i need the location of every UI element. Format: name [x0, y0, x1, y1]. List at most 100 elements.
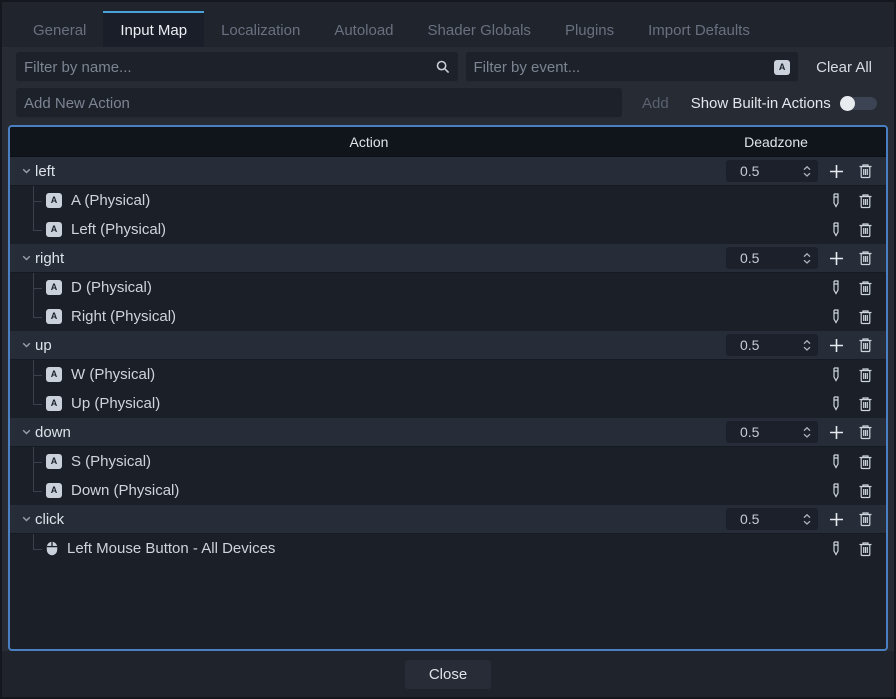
column-header-deadzone: Deadzone: [744, 133, 808, 150]
add-event-button[interactable]: [825, 508, 847, 530]
filter-by-event-input[interactable]: [473, 58, 775, 76]
delete-event-button[interactable]: [854, 364, 876, 386]
delete-event-button[interactable]: [854, 219, 876, 241]
deadzone-value[interactable]: 0.5: [740, 424, 759, 440]
tree-guide: [24, 360, 42, 389]
edit-event-button[interactable]: [825, 190, 847, 212]
event-row[interactable]: A (Physical): [10, 186, 886, 215]
project-settings-window: General Input Map Localization Autoload …: [0, 0, 896, 699]
tree-guide: [24, 476, 42, 505]
event-row[interactable]: D (Physical): [10, 273, 886, 302]
edit-event-button[interactable]: [825, 451, 847, 473]
event-row[interactable]: Up (Physical): [10, 389, 886, 418]
add-event-button[interactable]: [825, 247, 847, 269]
filter-by-event-field[interactable]: [465, 52, 799, 82]
event-row[interactable]: Down (Physical): [10, 476, 886, 505]
filter-by-name-field[interactable]: [16, 52, 458, 82]
add-event-button[interactable]: [825, 160, 847, 182]
deadzone-value[interactable]: 0.5: [740, 163, 759, 179]
collapse-chevron-icon[interactable]: [22, 516, 31, 522]
event-row[interactable]: Left Mouse Button - All Devices: [10, 534, 886, 563]
column-header-action: Action: [349, 133, 389, 150]
event-label: Right (Physical): [71, 308, 177, 325]
event-row[interactable]: S (Physical): [10, 447, 886, 476]
close-button[interactable]: Close: [405, 659, 491, 689]
action-row-right[interactable]: right 0.5: [10, 244, 886, 273]
collapse-chevron-icon[interactable]: [22, 342, 31, 348]
delete-event-button[interactable]: [854, 538, 876, 560]
delete-event-button[interactable]: [854, 190, 876, 212]
delete-event-button[interactable]: [854, 393, 876, 415]
deadzone-value[interactable]: 0.5: [740, 337, 759, 353]
add-button[interactable]: Add: [634, 95, 677, 112]
tab-autoload[interactable]: Autoload: [317, 11, 410, 47]
action-name: down: [35, 423, 71, 441]
deadzone-value[interactable]: 0.5: [740, 511, 759, 527]
edit-event-button[interactable]: [825, 277, 847, 299]
keyboard-key-icon: [774, 59, 791, 75]
filter-by-name-input[interactable]: [24, 58, 436, 76]
deadzone-spinbox[interactable]: 0.5: [726, 508, 818, 530]
delete-event-button[interactable]: [854, 480, 876, 502]
tab-shader-globals[interactable]: Shader Globals: [411, 11, 548, 47]
spinbox-updown-icon[interactable]: [802, 426, 812, 439]
toggle-knob-icon: [839, 95, 855, 111]
deadzone-spinbox[interactable]: 0.5: [726, 334, 818, 356]
edit-event-button[interactable]: [825, 364, 847, 386]
action-name: left: [35, 162, 56, 180]
add-new-action-input[interactable]: [24, 94, 614, 112]
tree-guide: [24, 534, 42, 563]
add-new-action-field[interactable]: [16, 88, 622, 118]
clear-all-button[interactable]: Clear All: [808, 52, 880, 82]
tab-input-map[interactable]: Input Map: [103, 11, 205, 47]
deadzone-value[interactable]: 0.5: [740, 250, 759, 266]
collapse-chevron-icon[interactable]: [22, 255, 31, 261]
delete-action-button[interactable]: [854, 334, 876, 356]
add-event-button[interactable]: [825, 421, 847, 443]
show-builtin-actions-toggle[interactable]: [839, 95, 877, 111]
edit-event-button[interactable]: [825, 306, 847, 328]
action-row-left[interactable]: left 0.5: [10, 157, 886, 186]
edit-event-button[interactable]: [825, 538, 847, 560]
edit-event-button[interactable]: [825, 219, 847, 241]
collapse-chevron-icon[interactable]: [22, 429, 31, 435]
add-event-button[interactable]: [825, 334, 847, 356]
spinbox-updown-icon[interactable]: [802, 252, 812, 265]
keyboard-key-icon: [46, 193, 62, 208]
delete-action-button[interactable]: [854, 421, 876, 443]
mouse-button-icon: [46, 541, 58, 556]
deadzone-spinbox[interactable]: 0.5: [726, 247, 818, 269]
tab-plugins[interactable]: Plugins: [548, 11, 631, 47]
settings-tab-bar: General Input Map Localization Autoload …: [2, 2, 894, 47]
action-row-up[interactable]: up 0.5: [10, 331, 886, 360]
action-row-click[interactable]: click 0.5: [10, 505, 886, 534]
tab-localization[interactable]: Localization: [204, 11, 317, 47]
delete-action-button[interactable]: [854, 508, 876, 530]
deadzone-spinbox[interactable]: 0.5: [726, 160, 818, 182]
edit-event-button[interactable]: [825, 393, 847, 415]
event-row[interactable]: W (Physical): [10, 360, 886, 389]
spinbox-updown-icon[interactable]: [802, 513, 812, 526]
tab-import-defaults[interactable]: Import Defaults: [631, 11, 767, 47]
tree-guide: [24, 389, 42, 418]
event-row[interactable]: Left (Physical): [10, 215, 886, 244]
search-icon: [436, 60, 450, 74]
delete-event-button[interactable]: [854, 277, 876, 299]
event-row[interactable]: Right (Physical): [10, 302, 886, 331]
delete-action-button[interactable]: [854, 247, 876, 269]
action-row-down[interactable]: down 0.5: [10, 418, 886, 447]
spinbox-updown-icon[interactable]: [802, 165, 812, 178]
delete-action-button[interactable]: [854, 160, 876, 182]
collapse-chevron-icon[interactable]: [22, 168, 31, 174]
keyboard-key-icon: [46, 309, 62, 324]
tab-general[interactable]: General: [16, 11, 103, 47]
delete-event-button[interactable]: [854, 306, 876, 328]
edit-event-button[interactable]: [825, 480, 847, 502]
keyboard-key-icon: [46, 222, 62, 237]
delete-event-button[interactable]: [854, 451, 876, 473]
keyboard-key-icon: [46, 483, 62, 498]
keyboard-key-icon: [46, 396, 62, 411]
deadzone-spinbox[interactable]: 0.5: [726, 421, 818, 443]
spinbox-updown-icon[interactable]: [802, 339, 812, 352]
event-label: A (Physical): [71, 192, 151, 209]
